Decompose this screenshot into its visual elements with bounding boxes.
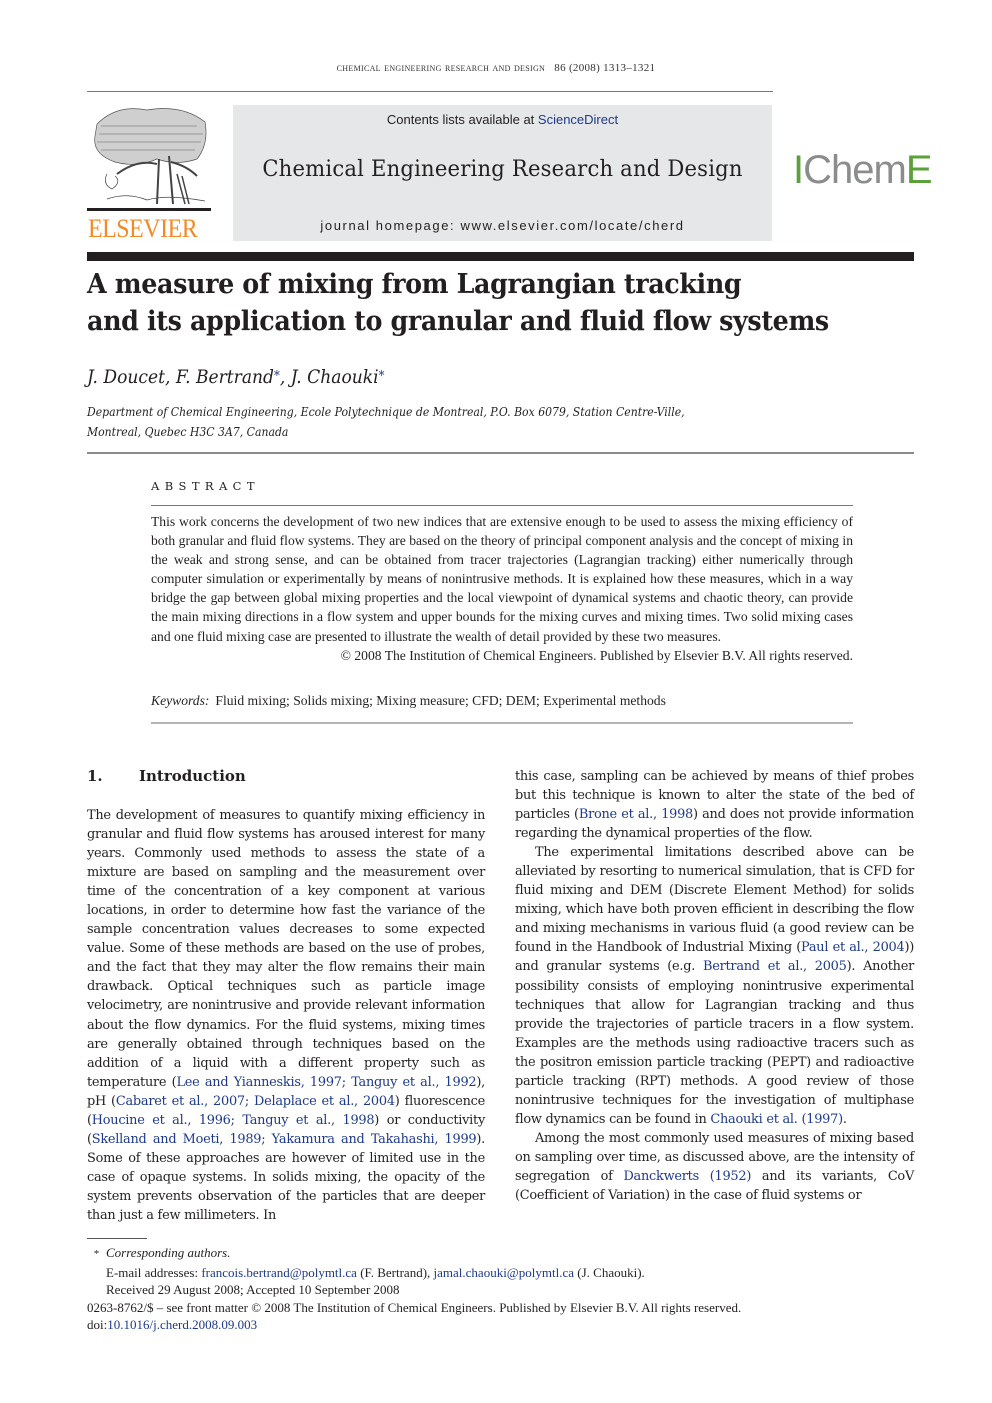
issn-line: 0263-8762/$ – see front matter © 2008 Th…: [87, 1299, 742, 1315]
icheme-logo[interactable]: IChemE: [793, 148, 933, 192]
body-column-right: this case, sampling can be achieved by m…: [515, 767, 914, 1205]
title-line-2: and its application to granular and flui…: [87, 306, 829, 337]
running-head: Chemical Engineering Research and Design…: [0, 60, 992, 75]
keywords-label: Keywords:: [151, 693, 210, 708]
doi-link[interactable]: 10.1016/j.cherd.2008.09.003: [107, 1317, 257, 1332]
running-head-journal: Chemical Engineering Research and Design: [336, 60, 546, 74]
body-text: The development of measures to quantify …: [87, 808, 485, 1090]
paragraph: The development of measures to quantify …: [87, 806, 485, 1225]
affiliation-rule: [87, 452, 914, 454]
keywords: Keywords: Fluid mixing; Solids mixing; Mi…: [151, 693, 853, 709]
elsevier-tree-icon: [87, 108, 211, 211]
citation-link[interactable]: Cabaret et al., 2007; Delaplace et al., …: [116, 1094, 395, 1109]
citation-link[interactable]: Skelland and Moeti, 1989; Yakamura and T…: [92, 1132, 477, 1147]
journal-title: Chemical Engineering Research and Design: [262, 157, 743, 182]
contents-line: Contents lists available at ScienceDirec…: [233, 112, 772, 127]
abstract-heading: ABSTRACT: [151, 479, 260, 493]
body-text: The experimental limitations described a…: [515, 845, 914, 956]
header-rule: [87, 91, 773, 92]
article-title: A measure of mixing from Lagrangian trac…: [87, 266, 877, 340]
citation-link[interactable]: Brone et al., 1998: [579, 807, 693, 822]
abstract-paragraph: This work concerns the development of tw…: [151, 514, 853, 644]
body-text: .: [842, 1111, 847, 1127]
section-title: Introduction: [139, 767, 246, 785]
journal-banner: Contents lists available at ScienceDirec…: [233, 105, 772, 241]
paragraph: this case, sampling can be achieved by m…: [515, 767, 914, 843]
abstract-end-rule: [151, 722, 853, 724]
citation-link[interactable]: Lee and Yianneskis, 1997; Tanguy et al.,…: [176, 1075, 476, 1090]
author-name: J. Chaouki: [290, 366, 379, 388]
footnote-emails: E-mail addresses: francois.bertrand@poly…: [106, 1264, 645, 1280]
footnote-mark: *: [93, 1248, 100, 1260]
paragraph: Among the most commonly used measures of…: [515, 1129, 914, 1205]
abstract-text: This work concerns the development of tw…: [151, 512, 853, 665]
icheme-logo-i: I: [793, 148, 804, 192]
elsevier-wordmark: ELSEVIER: [88, 214, 198, 243]
citation-link[interactable]: Paul et al., 2004: [801, 940, 905, 955]
icheme-logo-e: E: [905, 148, 933, 192]
body-text: ). Another possibility consists of emplo…: [515, 959, 914, 1127]
received-dates: Received 29 August 2008; Accepted 10 Sep…: [106, 1282, 400, 1297]
title-line-1: A measure of mixing from Lagrangian trac…: [87, 269, 742, 300]
email-link[interactable]: francois.bertrand@polymtl.ca: [201, 1265, 357, 1280]
sciencedirect-link[interactable]: ScienceDirect: [538, 112, 618, 127]
footnote-rule: [87, 1238, 147, 1239]
abstract-copyright: © 2008 The Institution of Chemical Engin…: [340, 647, 853, 663]
footnotes: * Corresponding authors. E-mail addresses…: [87, 1244, 914, 1334]
icheme-logo-chem: Chem: [803, 148, 907, 192]
author-name: J. Doucet: [87, 366, 165, 388]
body-column-left: The development of measures to quantify …: [87, 806, 485, 1225]
running-head-citation: 86 (2008) 1313–1321: [554, 62, 656, 74]
elsevier-logo[interactable]: ELSEVIER: [87, 104, 211, 242]
author-list: J. Doucet, F. Bertrand*, J. Chaouki*: [87, 366, 385, 388]
journal-homepage[interactable]: journal homepage: www.elsevier.com/locat…: [233, 218, 772, 233]
author-name: F. Bertrand: [175, 366, 275, 388]
keywords-list: Fluid mixing; Solids mixing; Mixing meas…: [215, 693, 666, 708]
section-heading: 1. Introduction: [87, 767, 246, 785]
citation-link[interactable]: Chaouki et al. (1997): [710, 1112, 843, 1127]
footnote-corresponding: * Corresponding authors.: [87, 1244, 914, 1264]
paragraph: The experimental limitations described a…: [515, 843, 914, 1129]
corresponding-author-mark[interactable]: *: [379, 369, 385, 384]
section-number: 1.: [87, 767, 103, 785]
title-top-bar: [87, 252, 914, 261]
abstract-rule: [151, 505, 853, 506]
email-link[interactable]: jamal.chaouki@polymtl.ca: [434, 1265, 575, 1280]
citation-link[interactable]: Bertrand et al., 2005: [703, 959, 847, 974]
citation-link[interactable]: Danckwerts (1952): [623, 1169, 751, 1184]
citation-link[interactable]: Houcine et al., 1996; Tanguy et al., 199…: [92, 1113, 375, 1128]
doi-line: doi:10.1016/j.cherd.2008.09.003: [87, 1317, 258, 1332]
contents-prefix: Contents lists available at: [386, 112, 538, 127]
affiliation: Department of Chemical Engineering, Ecol…: [87, 404, 685, 439]
